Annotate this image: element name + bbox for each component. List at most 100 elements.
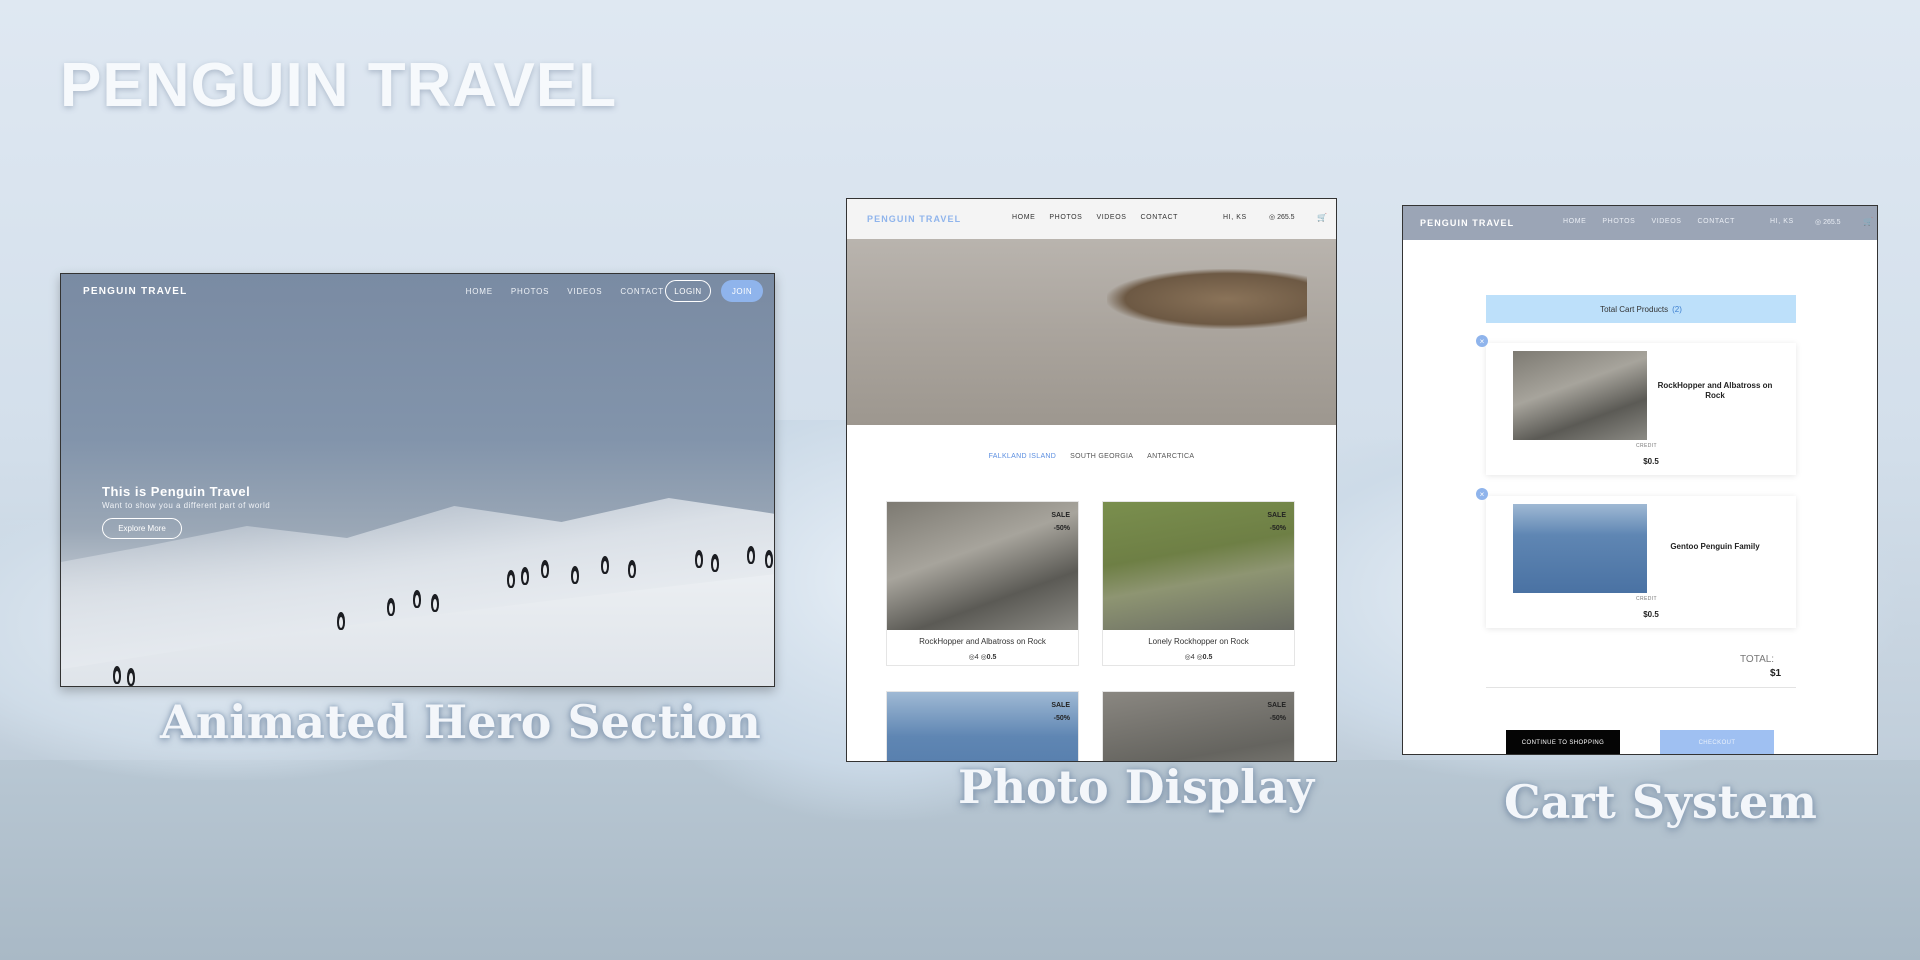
sale-badge: SALE -50% xyxy=(1051,702,1070,722)
photo-meta: ◎4 ◎0.5 xyxy=(968,654,997,661)
continue-shopping-button[interactable]: CONTINUE TO SHOPPING xyxy=(1506,730,1620,754)
cart-count-label: Total Cart Products xyxy=(1600,304,1669,314)
nav-link-contact[interactable]: CONTACT xyxy=(620,287,664,296)
hero-navbar: PENGUIN TRAVEL HOME PHOTOS VIDEOS CONTAC… xyxy=(61,274,774,308)
cart-navbar: PENGUIN TRAVEL HOME PHOTOS VIDEOS CONTAC… xyxy=(1403,206,1877,240)
penguin-figure xyxy=(711,554,719,572)
hero-screenshot: PENGUIN TRAVEL HOME PHOTOS VIDEOS CONTAC… xyxy=(60,273,775,687)
nav-link-videos[interactable]: VIDEOS xyxy=(1096,214,1126,221)
penguin-figure xyxy=(541,560,549,578)
nav-link-home[interactable]: HOME xyxy=(1012,214,1035,221)
user-greeting[interactable]: HI, KS xyxy=(1770,218,1794,225)
sale-badge: SALE -50% xyxy=(1267,512,1286,532)
checkout-button[interactable]: CHECKOUT xyxy=(1660,730,1774,754)
hero-logo[interactable]: PENGUIN TRAVEL xyxy=(83,286,187,297)
remove-item-icon[interactable]: × xyxy=(1476,488,1488,500)
photo-thumbnail: SALE -50% xyxy=(887,692,1078,761)
hero-headline: This is Penguin Travel xyxy=(102,484,251,499)
photo-title: RockHopper and Albatross on Rock xyxy=(919,637,1046,646)
cart-item: × RockHopper and Albatross on Rock CREDI… xyxy=(1476,335,1796,475)
caption-hero: Animated Hero Section xyxy=(160,695,761,749)
caption-cart: Cart System xyxy=(1504,775,1817,829)
penguin-figure xyxy=(571,566,579,584)
penguin-figure xyxy=(747,546,755,564)
nav-link-contact[interactable]: CONTACT xyxy=(1698,218,1736,225)
nav-link-videos[interactable]: VIDEOS xyxy=(1651,218,1681,225)
penguin-figure xyxy=(431,594,439,612)
credit-balance[interactable]: ◎ 265.5 xyxy=(1815,218,1841,226)
cart-item-credit-label: CREDIT xyxy=(1636,596,1658,602)
cart-item-price: $0.5 xyxy=(1643,610,1659,619)
credit-balance[interactable]: ◎ 265.5 xyxy=(1269,213,1295,221)
caption-photo: Photo Display xyxy=(958,760,1315,814)
photo-nav-links: HOME PHOTOS VIDEOS CONTACT xyxy=(1012,214,1178,221)
cart-item: × Gentoo Penguin Family CREDIT $0.5 xyxy=(1476,488,1796,628)
cart-count-bar: Total Cart Products (2) xyxy=(1486,295,1796,323)
hero-nav-links: HOME PHOTOS VIDEOS CONTACT xyxy=(466,287,664,296)
photo-thumbnail: SALE -50% xyxy=(887,502,1078,630)
photo-navbar: PENGUIN TRAVEL HOME PHOTOS VIDEOS CONTAC… xyxy=(847,199,1336,239)
photo-thumbnail: SALE -50% xyxy=(1103,502,1294,630)
cart-total-value: $1 xyxy=(1770,668,1782,679)
sale-badge: SALE -50% xyxy=(1267,702,1286,722)
penguin-figure xyxy=(628,560,636,578)
credit-value: 265.5 xyxy=(1823,219,1841,226)
remove-item-icon[interactable]: × xyxy=(1476,335,1488,347)
tab-south-georgia[interactable]: SOUTH GEORGIA xyxy=(1070,453,1133,460)
seal-figure xyxy=(1107,269,1307,329)
coin-icon: ◎ xyxy=(1269,214,1276,221)
join-button[interactable]: JOIN xyxy=(721,280,763,302)
cart-item-thumbnail xyxy=(1513,351,1647,440)
photo-display-screenshot: PENGUIN TRAVEL HOME PHOTOS VIDEOS CONTAC… xyxy=(846,198,1337,762)
cart-item-price: $0.5 xyxy=(1643,457,1659,466)
divider xyxy=(1486,687,1796,688)
penguin-figure xyxy=(337,612,345,630)
nav-link-home[interactable]: HOME xyxy=(1563,218,1586,225)
penguin-figure xyxy=(695,550,703,568)
nav-link-home[interactable]: HOME xyxy=(466,287,493,296)
photo-title: Lonely Rockhopper on Rock xyxy=(1148,637,1249,646)
photo-card[interactable]: SALE -50% xyxy=(886,691,1079,761)
cart-total-label: TOTAL: xyxy=(1740,654,1775,665)
region-tabs: FALKLAND ISLAND SOUTH GEORGIA ANTARCTICA xyxy=(847,453,1336,460)
cart-item-thumbnail xyxy=(1513,504,1647,593)
photo-card[interactable]: SALE -50% xyxy=(1102,691,1295,761)
nav-link-photos[interactable]: PHOTOS xyxy=(1049,214,1082,221)
nav-link-photos[interactable]: PHOTOS xyxy=(1602,218,1635,225)
tab-antarctica[interactable]: ANTARCTICA xyxy=(1147,453,1194,460)
photo-card[interactable]: SALE -50% Lonely Rockhopper on Rock ◎4 ◎0… xyxy=(1102,501,1295,666)
coin-icon: ◎ xyxy=(1815,219,1822,226)
nav-link-contact[interactable]: CONTACT xyxy=(1141,214,1179,221)
cart-logo[interactable]: PENGUIN TRAVEL xyxy=(1420,218,1514,228)
penguin-figure xyxy=(765,550,773,568)
sale-badge: SALE -50% xyxy=(1051,512,1070,532)
penguin-figure xyxy=(413,590,421,608)
photo-card[interactable]: SALE -50% RockHopper and Albatross on Roc… xyxy=(886,501,1079,666)
explore-more-button[interactable]: Explore More xyxy=(102,518,182,539)
cart-nav-links: HOME PHOTOS VIDEOS CONTACT xyxy=(1563,218,1735,225)
cart-screenshot: PENGUIN TRAVEL HOME PHOTOS VIDEOS CONTAC… xyxy=(1402,205,1878,755)
nav-link-videos[interactable]: VIDEOS xyxy=(567,287,602,296)
penguin-figure xyxy=(113,666,121,684)
penguin-figure xyxy=(521,567,529,585)
photo-thumbnail: SALE -50% xyxy=(1103,692,1294,761)
cart-count-value: (2) xyxy=(1672,304,1682,314)
penguin-figure xyxy=(601,556,609,574)
cart-item-credit-label: CREDIT xyxy=(1636,443,1658,449)
login-button[interactable]: LOGIN xyxy=(665,280,711,302)
photo-meta: ◎4 ◎0.5 xyxy=(1184,654,1213,661)
hero-subheadline: Want to show you a different part of wor… xyxy=(102,501,271,510)
cart-icon[interactable]: 🛒 xyxy=(1317,213,1327,222)
credit-value: 265.5 xyxy=(1277,214,1295,221)
tab-falkland-island[interactable]: FALKLAND ISLAND xyxy=(989,453,1057,460)
nav-link-photos[interactable]: PHOTOS xyxy=(511,287,549,296)
penguin-figure xyxy=(127,668,135,686)
page-title: PENGUIN TRAVEL xyxy=(60,51,618,120)
photo-logo[interactable]: PENGUIN TRAVEL xyxy=(867,214,961,224)
cart-item-name: Gentoo Penguin Family xyxy=(1670,542,1760,551)
cart-icon[interactable]: 🛒 xyxy=(1863,217,1873,226)
penguin-figure xyxy=(387,598,395,616)
cart-item-name: RockHopper and Albatross on Rock xyxy=(1657,381,1773,400)
user-greeting[interactable]: HI, KS xyxy=(1223,214,1247,221)
banner-image xyxy=(847,239,1336,425)
